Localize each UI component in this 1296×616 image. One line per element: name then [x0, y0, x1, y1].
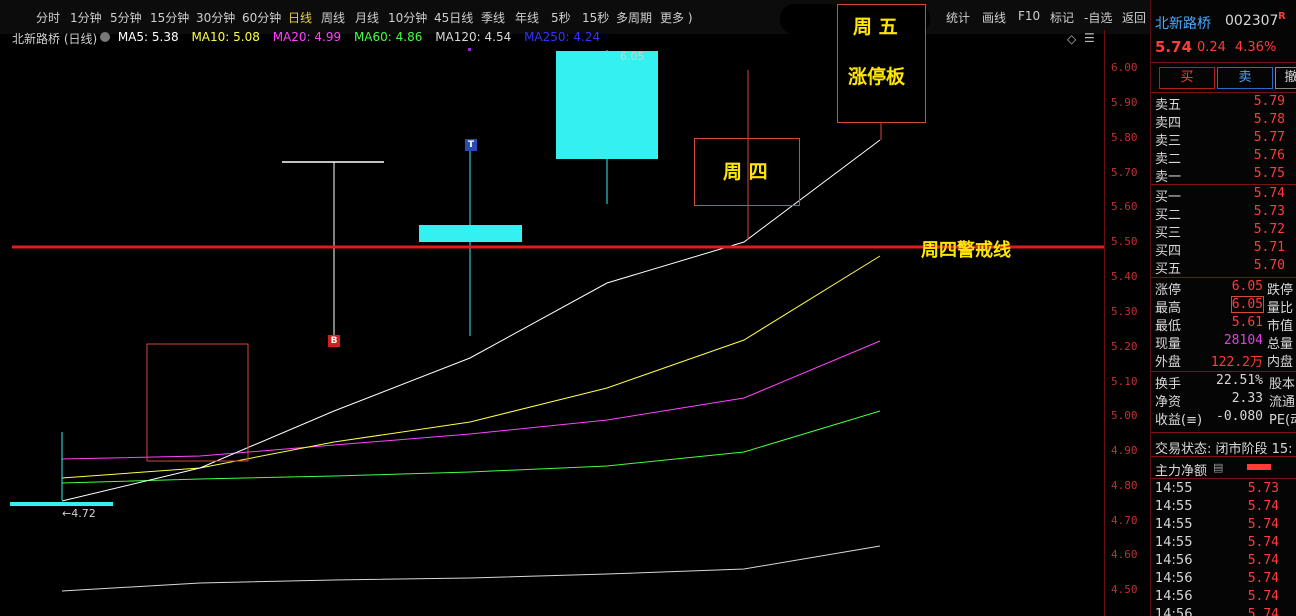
candle-body: [556, 51, 658, 159]
divider: [1151, 478, 1296, 479]
price-tick: 5.60: [1111, 200, 1138, 213]
warning-line-label: 周四警戒线: [921, 240, 1011, 261]
divider: [1151, 62, 1296, 63]
price-tick: 5.30: [1111, 305, 1138, 318]
price-tick: 5.10: [1111, 375, 1138, 388]
price-tick: 5.00: [1111, 409, 1138, 422]
price-tick: 4.70: [1111, 514, 1138, 527]
divider: [1151, 277, 1296, 278]
quote-panel: 北新路桥 002307 R 5.74 0.24 4.36% 买 卖 撤 卖五5.…: [1150, 0, 1296, 616]
price-tick: 6.00: [1111, 61, 1138, 74]
ma10-line: [61, 255, 881, 479]
price-tick: 5.40: [1111, 270, 1138, 283]
stat-row: 外盘 122.2万 内盘: [1155, 355, 1294, 370]
divider: [1151, 184, 1296, 185]
ma20-line: [61, 340, 881, 460]
ask-row: 卖五 5.79: [1155, 94, 1285, 113]
stat-row: 现量 28104 总量: [1155, 333, 1294, 352]
main-flow-bar: [1247, 464, 1271, 470]
stat-row: 最低 5.61 市值: [1155, 315, 1294, 334]
ask-row: 卖四 5.78: [1155, 112, 1285, 131]
bid-row: 买四 5.71: [1155, 240, 1285, 259]
price-tick: 4.50: [1111, 583, 1138, 596]
bid-row: 买二 5.73: [1155, 204, 1285, 223]
price-tick: 5.20: [1111, 340, 1138, 353]
cancel-button[interactable]: 撤: [1275, 67, 1296, 89]
price-tick: 4.80: [1111, 479, 1138, 492]
tick-row: 14:56 5.74: [1155, 589, 1279, 604]
price-tick: 4.90: [1111, 444, 1138, 457]
menu-icon[interactable]: ▤: [1213, 461, 1223, 474]
tick-row: 14:56 5.74: [1155, 553, 1279, 568]
high-price-label: 6.05: [620, 50, 645, 63]
note-box: [146, 343, 249, 462]
limit-up-label: 涨停板: [848, 66, 906, 88]
t-marker[interactable]: T: [465, 139, 477, 151]
low-price-label: ←4.72: [62, 507, 96, 520]
candle-body: [10, 502, 113, 506]
ask-row: 卖二 5.76: [1155, 148, 1285, 167]
divider: [1151, 432, 1296, 433]
price-tick: 5.80: [1111, 131, 1138, 144]
last-price: 5.74: [1155, 38, 1193, 56]
stat-row: 净资 2.33 流通: [1155, 391, 1296, 410]
tick-row: 14:55 5.74: [1155, 499, 1279, 514]
buy-marker[interactable]: B: [328, 335, 340, 347]
price-tick: 5.70: [1111, 166, 1138, 179]
ma250-dot: [468, 48, 471, 51]
stock-name: 北新路桥: [1155, 16, 1211, 32]
stat-row: 收益(≡)-0.080PE(动: [1155, 409, 1296, 428]
tick-row: 14:55 5.74: [1155, 517, 1279, 532]
bid-row: 买三 5.72: [1155, 222, 1285, 241]
kline-chart: [10, 48, 1104, 592]
thursday-label: 周 四: [723, 161, 768, 183]
divider: [1151, 371, 1296, 372]
tool-button[interactable]: 返回: [1122, 9, 1146, 26]
buy-button[interactable]: 买: [1159, 67, 1215, 89]
tick-row: 14:56 5.74: [1155, 607, 1279, 616]
stat-row: 最高 6.05 量比: [1155, 296, 1294, 316]
stat-row: 换手 22.51% 股本: [1155, 373, 1296, 392]
price-change: 0.24: [1197, 40, 1226, 55]
bid-row: 买五 5.70: [1155, 258, 1285, 277]
main-flow-label: 主力净额: [1155, 464, 1208, 479]
stock-code: 002307: [1225, 13, 1279, 29]
code-badge: R: [1278, 11, 1286, 22]
friday-label: 周 五: [853, 16, 898, 38]
divider: [1151, 92, 1296, 93]
price-tick: 5.90: [1111, 96, 1138, 109]
ma120-line: [61, 545, 881, 592]
tick-row: 14:55 5.73: [1155, 481, 1279, 496]
tick-row: 14:55 5.74: [1155, 535, 1279, 550]
price-axis: 6.00 5.90 5.80 5.70 5.60 5.50 5.40 5.30 …: [1104, 30, 1147, 616]
price-tick: 4.60: [1111, 548, 1138, 561]
trade-status: 交易状态: 闭市阶段 15:: [1155, 442, 1293, 457]
ask-row: 卖一 5.75: [1155, 166, 1285, 185]
divider: [1151, 456, 1296, 457]
tick-row: 14:56 5.74: [1155, 571, 1279, 586]
stat-row: 涨停 6.05 跌停: [1155, 279, 1294, 298]
bid-row: 买一 5.74: [1155, 186, 1285, 205]
price-change-pct: 4.36%: [1235, 40, 1277, 55]
sell-button[interactable]: 卖: [1217, 67, 1273, 89]
ask-row: 卖三 5.77: [1155, 130, 1285, 149]
price-tick: 5.50: [1111, 235, 1138, 248]
candle-body: [419, 225, 522, 242]
